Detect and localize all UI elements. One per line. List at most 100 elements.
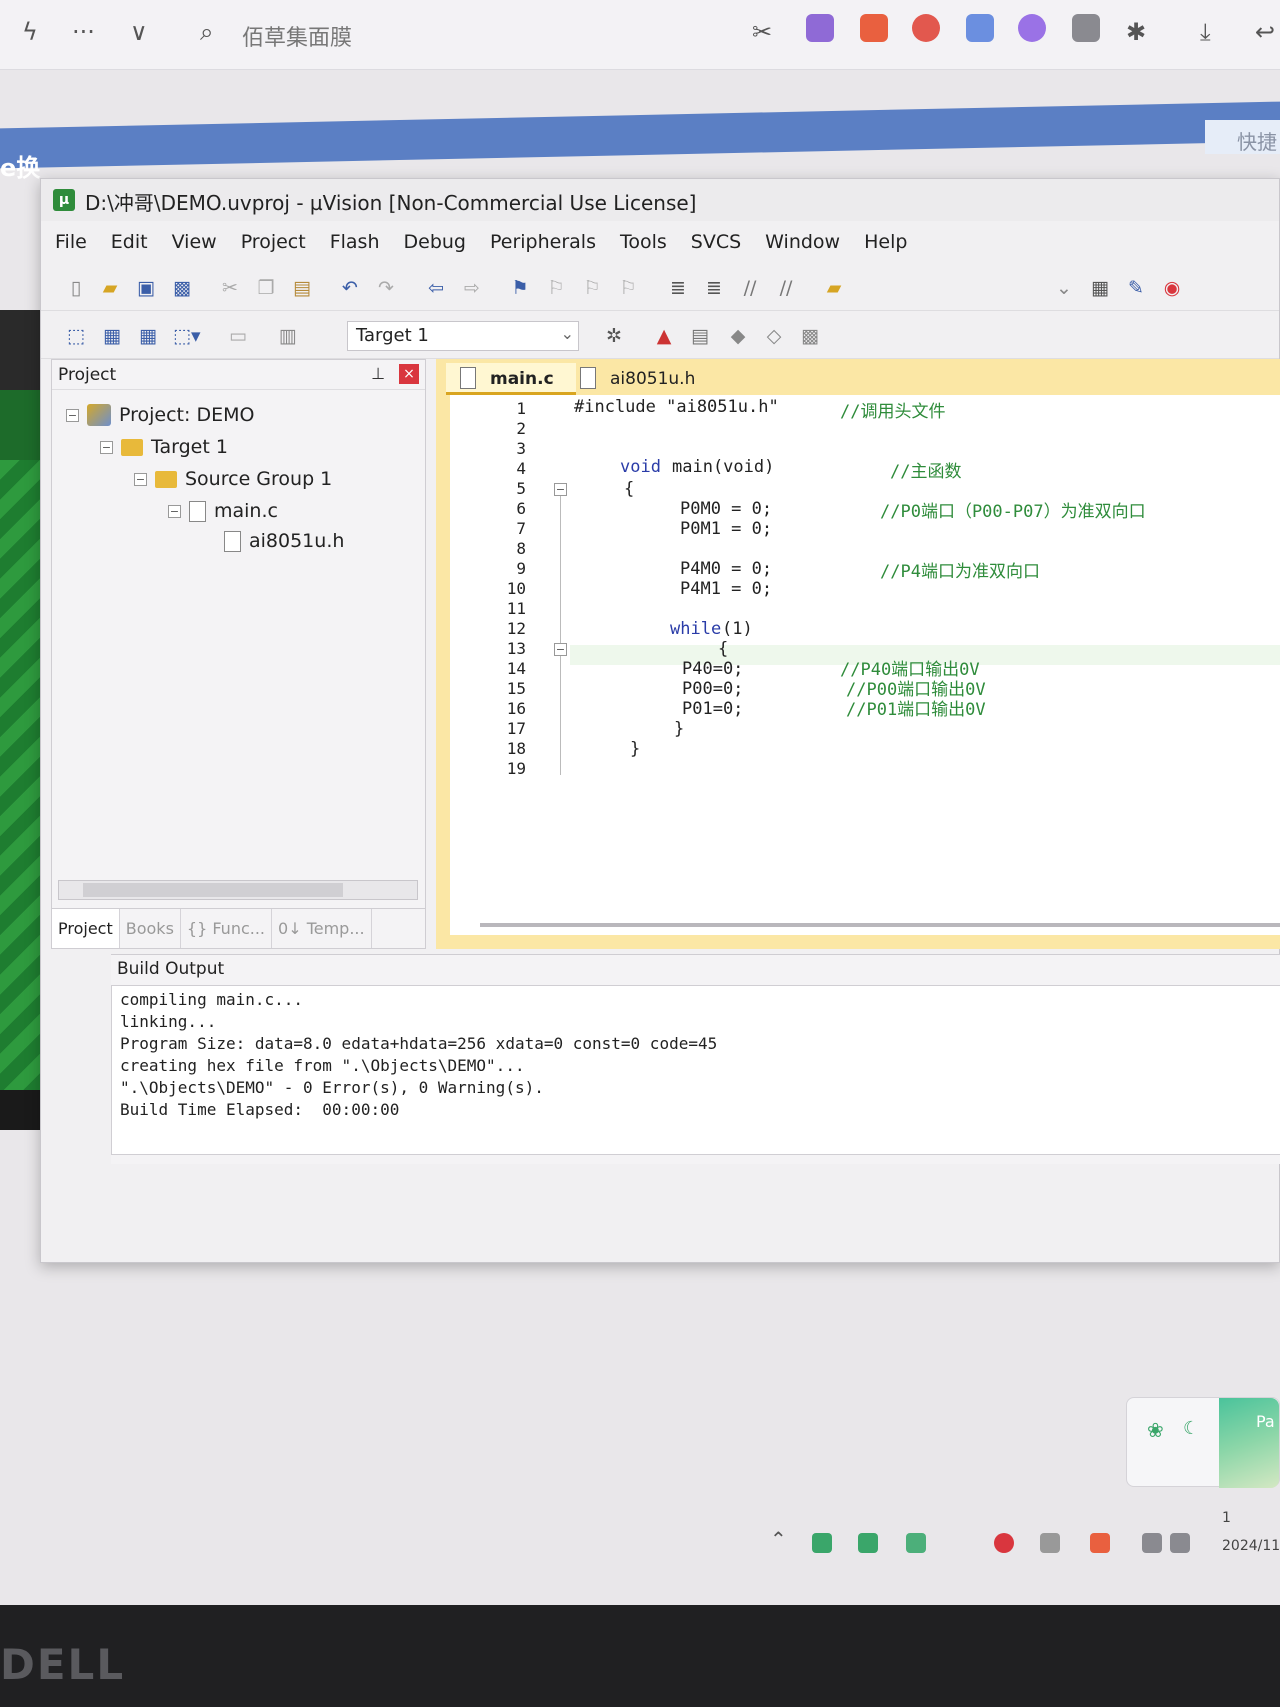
search-icon[interactable]: ⌕ bbox=[200, 18, 213, 46]
tray-app-icon[interactable] bbox=[812, 1533, 832, 1553]
redo-icon[interactable]: ↷ bbox=[373, 275, 399, 301]
open-folder-icon[interactable]: ▰ bbox=[97, 275, 123, 301]
collapse-icon[interactable]: − bbox=[168, 504, 181, 518]
manage-project-items-icon[interactable]: ▲ bbox=[651, 323, 677, 349]
bookmark-icon[interactable]: ⚑ bbox=[507, 275, 533, 301]
translate-icon[interactable]: ⬚ bbox=[63, 323, 89, 349]
new-file-icon[interactable]: ▯ bbox=[63, 275, 89, 301]
extension-icon-translate[interactable] bbox=[806, 14, 834, 42]
navigate-forward-icon[interactable]: ⇨ bbox=[459, 275, 485, 301]
banner-right-button[interactable]: 快捷 bbox=[1205, 120, 1280, 154]
target-select[interactable]: Target 1 ⌄ bbox=[347, 321, 579, 351]
next-bookmark-icon[interactable]: ⚐ bbox=[579, 275, 605, 301]
indent-icon[interactable]: ≣ bbox=[665, 275, 691, 301]
save-all-icon[interactable]: ▩ bbox=[169, 275, 195, 301]
tab-functions[interactable]: {} Func... bbox=[181, 909, 273, 948]
lightning-icon[interactable]: ϟ bbox=[22, 18, 38, 46]
configuration-wizard-icon[interactable]: ▩ bbox=[797, 323, 823, 349]
comment-icon[interactable]: // bbox=[737, 275, 763, 301]
download-icon[interactable]: ⤓ bbox=[1200, 18, 1211, 46]
menu-window[interactable]: Window bbox=[765, 231, 840, 253]
cut-icon[interactable]: ✂ bbox=[217, 275, 243, 301]
qq-icon[interactable] bbox=[994, 1533, 1014, 1553]
menu-file[interactable]: File bbox=[55, 231, 87, 253]
build-icon[interactable]: ▦ bbox=[99, 323, 125, 349]
tab-templates[interactable]: 0↓ Temp... bbox=[272, 909, 372, 948]
tree-item-source-group[interactable]: − Source Group 1 bbox=[134, 468, 332, 490]
debug-session-icon[interactable]: ◉ bbox=[1159, 275, 1185, 301]
tray-app-icon[interactable] bbox=[1040, 1533, 1060, 1553]
clear-bookmarks-icon[interactable]: ⚐ bbox=[615, 275, 641, 301]
collapse-icon[interactable]: − bbox=[100, 440, 113, 454]
tree-item-main-c[interactable]: − main.c bbox=[168, 500, 278, 522]
extension-icon-game[interactable] bbox=[860, 14, 888, 42]
menu-help[interactable]: Help bbox=[864, 231, 907, 253]
sync-icon[interactable] bbox=[906, 1533, 926, 1553]
uncomment-icon[interactable]: // bbox=[773, 275, 799, 301]
fold-collapse-icon[interactable]: − bbox=[554, 643, 567, 656]
menu-svcs[interactable]: SVCS bbox=[691, 231, 741, 253]
search-dropdown-icon[interactable]: ⌄ bbox=[1051, 275, 1077, 301]
save-icon[interactable]: ▣ bbox=[133, 275, 159, 301]
tree-item-project[interactable]: − Project: DEMO bbox=[66, 404, 254, 426]
menu-tools[interactable]: Tools bbox=[620, 231, 667, 253]
code-editor[interactable]: 1 2 3 4 5 6 7 8 9 10 11 12 13 14 15 16 1… bbox=[450, 395, 1280, 935]
batch-build-icon[interactable]: ⬚▾ bbox=[173, 323, 201, 349]
build-output-log[interactable]: compiling main.c... linking... Program S… bbox=[111, 985, 1280, 1155]
clock-time[interactable]: 1 bbox=[1222, 1510, 1231, 1526]
tree-item-target[interactable]: − Target 1 bbox=[100, 436, 228, 458]
navigate-back-icon[interactable]: ⇦ bbox=[423, 275, 449, 301]
tab-main-c[interactable]: main.c bbox=[446, 363, 576, 395]
extension-icon-box[interactable] bbox=[1072, 14, 1100, 42]
more-button[interactable]: ··· bbox=[72, 18, 95, 46]
search-input[interactable]: 佰草集面膜 bbox=[242, 20, 352, 52]
fold-collapse-icon[interactable]: − bbox=[554, 483, 567, 496]
incremental-find-icon[interactable]: ✎ bbox=[1123, 275, 1149, 301]
find-icon[interactable]: ▦ bbox=[1087, 275, 1113, 301]
notification-widget[interactable]: ❀ ☾ bbox=[1126, 1397, 1280, 1488]
tab-ai8051u-h[interactable]: ai8051u.h bbox=[566, 363, 716, 395]
menu-project[interactable]: Project bbox=[241, 231, 306, 253]
menu-view[interactable]: View bbox=[172, 231, 217, 253]
stop-build-icon[interactable]: ▭ bbox=[225, 323, 251, 349]
options-for-target-icon[interactable]: ✲ bbox=[601, 323, 627, 349]
scrollbar-thumb[interactable] bbox=[83, 883, 343, 897]
chevron-down-icon[interactable]: ∨ bbox=[130, 18, 148, 46]
menu-debug[interactable]: Debug bbox=[404, 231, 466, 253]
tray-app-icon[interactable] bbox=[858, 1533, 878, 1553]
menu-peripherals[interactable]: Peripherals bbox=[490, 231, 596, 253]
prev-bookmark-icon[interactable]: ⚐ bbox=[543, 275, 569, 301]
download-load-icon[interactable]: ▥ bbox=[275, 323, 301, 349]
collapse-icon[interactable]: − bbox=[66, 408, 79, 422]
tab-project[interactable]: Project bbox=[52, 909, 120, 948]
manage-runtime-icon[interactable]: ◆ bbox=[725, 323, 751, 349]
copy-icon[interactable]: ❐ bbox=[253, 275, 279, 301]
tree-item-header-file[interactable]: ai8051u.h bbox=[224, 530, 344, 552]
menu-edit[interactable]: Edit bbox=[111, 231, 148, 253]
collapse-icon[interactable]: − bbox=[134, 472, 147, 486]
rebuild-icon[interactable]: ▦ bbox=[135, 323, 161, 349]
chevron-down-icon[interactable]: ⌄ bbox=[561, 324, 574, 343]
unindent-icon[interactable]: ≣ bbox=[701, 275, 727, 301]
close-icon[interactable]: × bbox=[399, 364, 419, 384]
menu-flash[interactable]: Flash bbox=[330, 231, 380, 253]
undo-icon[interactable]: ↶ bbox=[337, 275, 363, 301]
scissors-icon[interactable]: ✂ bbox=[752, 18, 772, 46]
find-in-files-icon[interactable]: ▰ bbox=[821, 275, 847, 301]
mail-icon[interactable] bbox=[966, 14, 994, 42]
clock-date[interactable]: 2024/11 bbox=[1222, 1538, 1280, 1554]
puzzle-icon[interactable]: ✱ bbox=[1126, 18, 1146, 46]
volume-icon[interactable] bbox=[1170, 1533, 1190, 1553]
weibo-icon[interactable] bbox=[912, 14, 940, 42]
back-icon[interactable]: ↩ bbox=[1255, 18, 1275, 46]
tray-app-icon[interactable] bbox=[1090, 1533, 1110, 1553]
chevron-up-icon[interactable]: ⌃ bbox=[770, 1527, 787, 1551]
paste-icon[interactable]: ▤ bbox=[289, 275, 315, 301]
tab-books[interactable]: Books bbox=[120, 909, 181, 948]
select-packs-icon[interactable]: ▤ bbox=[687, 323, 713, 349]
horizontal-scrollbar[interactable] bbox=[58, 880, 418, 900]
pin-icon[interactable]: ⊥ bbox=[371, 364, 385, 383]
network-icon[interactable] bbox=[1142, 1533, 1162, 1553]
pack-installer-icon[interactable]: ◇ bbox=[761, 323, 787, 349]
horizontal-scrollbar[interactable] bbox=[480, 923, 1280, 927]
